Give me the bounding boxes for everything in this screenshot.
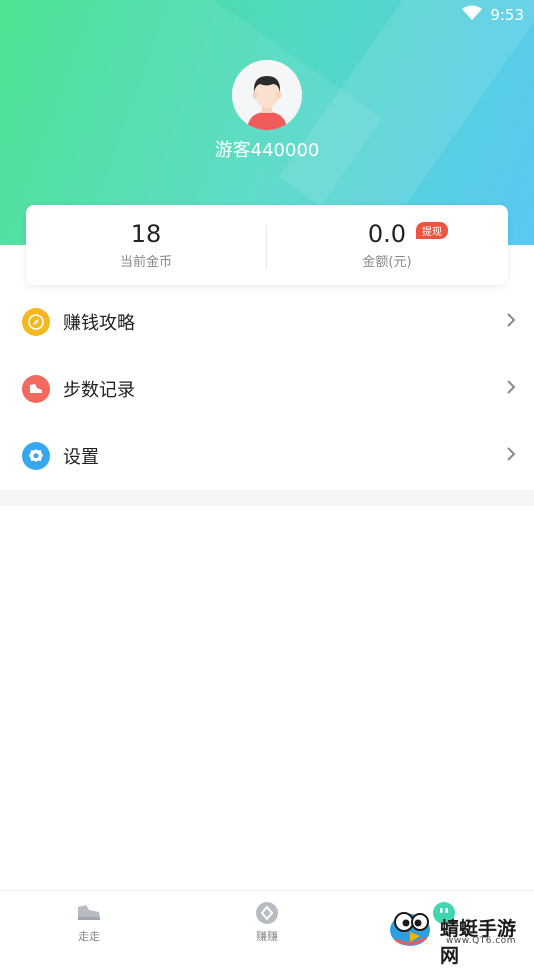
stats-card: 18 当前金币 0.0 金额(元) 提现 — [26, 205, 508, 285]
shoe-icon — [22, 374, 50, 403]
menu-item-step-records[interactable]: 步数记录 — [0, 355, 534, 422]
status-bar: 9:53 — [462, 4, 524, 26]
avatar-icon — [232, 60, 302, 130]
money-stat[interactable]: 0.0 金额(元) — [267, 217, 507, 270]
nav-label: 赚赚 — [256, 930, 278, 943]
watermark-url: www.QT6.com — [446, 936, 517, 946]
menu-item-earning-guide[interactable]: 赚钱攻略 — [0, 288, 534, 355]
watermark: 蜻蜓手游网 www.QT6.com — [386, 900, 531, 967]
menu-label: 步数记录 — [63, 379, 135, 401]
section-divider — [0, 490, 534, 506]
avatar[interactable] — [232, 60, 302, 130]
coins-stat[interactable]: 18 当前金币 — [26, 217, 266, 270]
money-label: 金额(元) — [362, 255, 412, 270]
nav-tab-walk[interactable]: 走走 — [0, 891, 178, 950]
chevron-right-icon — [506, 379, 516, 399]
wifi-icon — [462, 5, 483, 25]
nav-tab-earn[interactable]: 赚赚 — [178, 891, 356, 950]
gear-icon — [22, 441, 50, 470]
chevron-right-icon — [506, 446, 516, 466]
coin-icon — [255, 901, 279, 929]
menu-item-settings[interactable]: 设置 — [0, 422, 534, 489]
coins-value: 18 — [130, 220, 162, 248]
status-time: 9:53 — [490, 6, 524, 24]
money-value: 0.0 — [367, 220, 407, 248]
compass-icon — [22, 307, 50, 336]
username: 游客440000 — [214, 140, 320, 161]
withdraw-badge[interactable]: 提现 — [416, 222, 448, 239]
nav-label: 走走 — [78, 930, 100, 943]
menu-label: 赚钱攻略 — [63, 312, 135, 334]
dragonfly-logo-icon — [390, 912, 430, 946]
menu-label: 设置 — [63, 446, 99, 468]
menu-list: 赚钱攻略 步数记录 设置 — [0, 288, 534, 489]
coins-label: 当前金币 — [119, 255, 172, 270]
sneaker-icon — [76, 901, 102, 925]
chevron-right-icon — [506, 312, 516, 332]
